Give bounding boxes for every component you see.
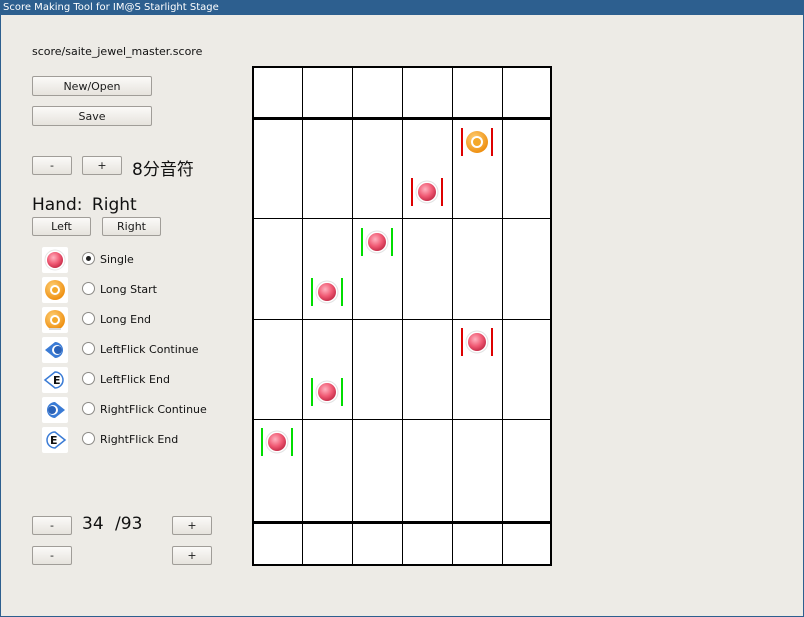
long-start-note-icon <box>42 277 68 303</box>
scroll-up-button[interactable]: + <box>172 546 212 565</box>
single-note[interactable] <box>461 326 493 358</box>
long-start-radio[interactable] <box>82 282 95 295</box>
score-file-path: score/saite_jewel_master.score <box>32 45 203 58</box>
right-flick-end-icon: E <box>42 427 68 453</box>
division-increase-button[interactable]: + <box>82 156 122 175</box>
svg-text:E: E <box>50 434 58 447</box>
lane-divider <box>302 68 303 564</box>
left-flick-end-radio[interactable] <box>82 372 95 385</box>
single-note[interactable] <box>411 176 443 208</box>
measure-line <box>254 117 550 120</box>
left-flick-continue-label: LeftFlick Continue <box>100 343 199 356</box>
hand-label: Hand: <box>32 195 83 215</box>
hand-marker-right-bar <box>491 128 493 156</box>
single-note[interactable] <box>361 226 393 258</box>
beat-line <box>254 319 550 320</box>
measure-indicator: 34 /93 <box>82 514 142 534</box>
long-end-label: Long End <box>100 313 152 326</box>
lane-divider <box>402 68 403 564</box>
hand-marker-left-bar <box>361 228 363 256</box>
measure-line <box>254 521 550 524</box>
division-decrease-button[interactable]: - <box>32 156 72 175</box>
lane-divider <box>452 68 453 564</box>
hand-indicator: Hand: Right <box>32 195 137 215</box>
left-flick-continue-radio[interactable] <box>82 342 95 355</box>
measure-current: 34 <box>82 514 104 534</box>
scroll-down-button[interactable]: - <box>32 546 72 565</box>
hand-marker-right-bar <box>391 228 393 256</box>
hand-marker-right-bar <box>341 378 343 406</box>
left-flick-end-icon: E <box>42 367 68 393</box>
hand-marker-right-bar <box>341 278 343 306</box>
long-end-note-icon <box>42 307 68 333</box>
beat-line <box>254 419 550 420</box>
beat-line <box>254 218 550 219</box>
single-note[interactable] <box>311 376 343 408</box>
right-flick-continue-label: RightFlick Continue <box>100 403 207 416</box>
measure-prev-button[interactable]: - <box>32 516 72 535</box>
right-flick-continue-radio[interactable] <box>82 402 95 415</box>
lane-divider <box>502 68 503 564</box>
right-flick-end-radio[interactable] <box>82 432 95 445</box>
single-note-icon <box>42 247 68 273</box>
right-flick-continue-icon <box>42 397 68 423</box>
window-title: Score Making Tool for IM@S Starlight Sta… <box>0 0 804 15</box>
single-note[interactable] <box>261 426 293 458</box>
left-flick-end-label: LeftFlick End <box>100 373 170 386</box>
save-button[interactable]: Save <box>32 106 152 126</box>
single-radio[interactable] <box>82 252 95 265</box>
lane-divider <box>352 68 353 564</box>
hand-marker-left-bar <box>311 378 313 406</box>
long-start-label: Long Start <box>100 283 157 296</box>
hand-marker-right-bar <box>491 328 493 356</box>
hand-marker-left-bar <box>261 428 263 456</box>
single-label: Single <box>100 253 134 266</box>
hand-marker-right-bar <box>291 428 293 456</box>
right-flick-end-label: RightFlick End <box>100 433 179 446</box>
hand-marker-right-bar <box>441 178 443 206</box>
hand-marker-left-bar <box>311 278 313 306</box>
long-note[interactable] <box>461 126 493 158</box>
hand-left-button[interactable]: Left <box>32 217 91 236</box>
svg-text:E: E <box>53 374 61 387</box>
long-end-radio[interactable] <box>82 312 95 325</box>
hand-marker-left-bar <box>411 178 413 206</box>
hand-marker-left-bar <box>461 328 463 356</box>
hand-marker-left-bar <box>461 128 463 156</box>
note-division-label: 8分音符 <box>132 160 194 180</box>
score-grid[interactable] <box>252 66 552 566</box>
new-open-button[interactable]: New/Open <box>32 76 152 96</box>
hand-right-button[interactable]: Right <box>102 217 161 236</box>
left-flick-continue-icon <box>42 337 68 363</box>
measure-total: /93 <box>115 514 143 534</box>
measure-next-button[interactable]: + <box>172 516 212 535</box>
single-note[interactable] <box>311 276 343 308</box>
hand-value: Right <box>91 195 137 215</box>
